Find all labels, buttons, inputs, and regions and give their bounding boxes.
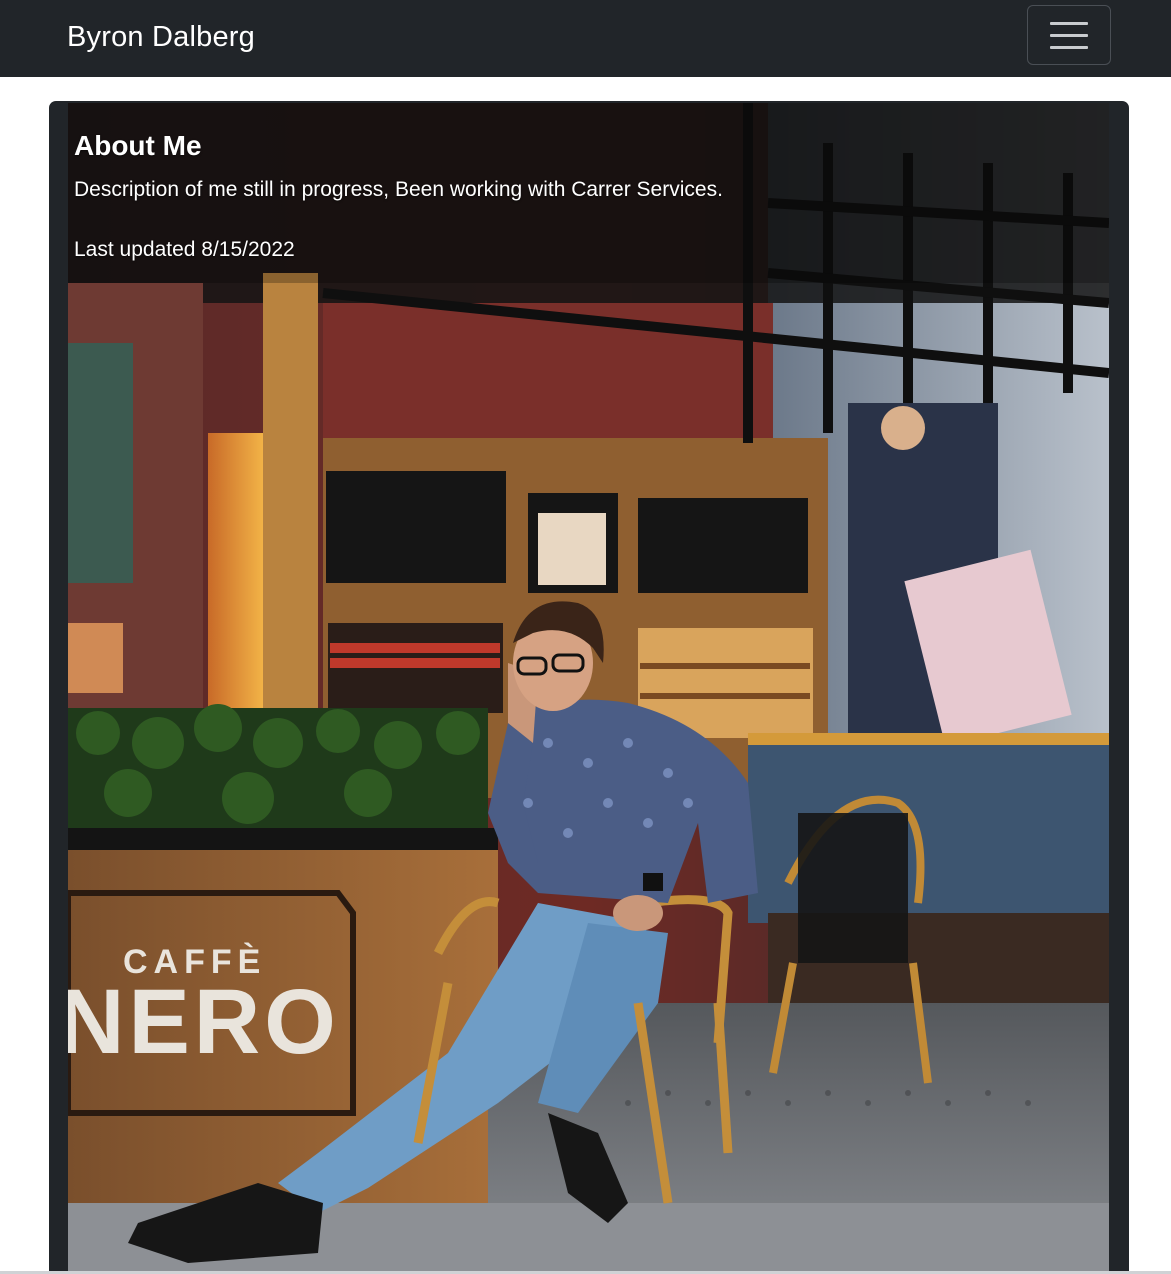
menu-bar-top [1050,21,1088,25]
menu-bar-middle [1050,33,1088,37]
about-card: CAFFÈ NERO About Me Description of me st… [49,101,1129,1274]
about-heading: About Me [74,130,202,161]
nero-sign-text: NERO [68,971,340,1073]
last-updated: Last updated 8/15/2022 [74,238,295,261]
menu-bar-bottom [1050,45,1088,49]
navbar: Byron Dalberg [0,0,1171,77]
navbar-brand[interactable]: Byron Dalberg [67,18,255,56]
hamburger-menu-icon[interactable] [1027,5,1111,65]
about-overlay: About Me Description of me still in prog… [74,128,723,296]
about-description: Description of me still in progress, Bee… [74,178,723,201]
